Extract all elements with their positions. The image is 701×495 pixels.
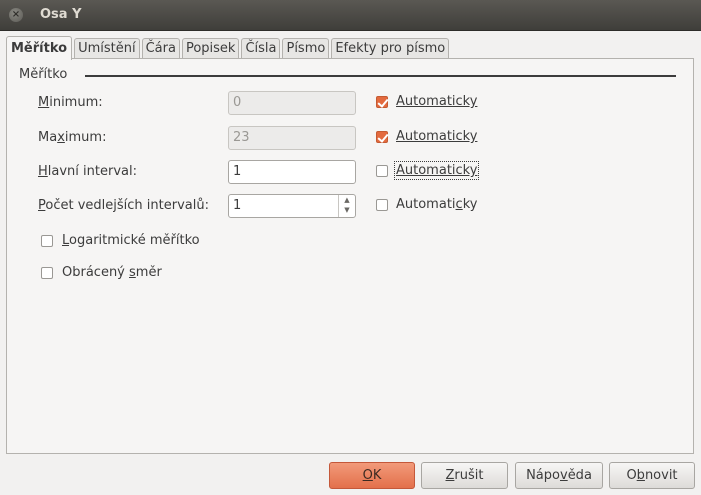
- tab-line[interactable]: Čára: [141, 38, 180, 59]
- help-button[interactable]: Nápověda: [515, 462, 603, 489]
- tab-font-effects[interactable]: Efekty pro písmo: [331, 38, 450, 59]
- tab-scale[interactable]: Měřítko: [6, 36, 73, 60]
- major-auto-label[interactable]: Automaticky: [393, 161, 480, 180]
- reverse-direction-label[interactable]: Obrácený směr: [62, 265, 162, 280]
- maximum-field[interactable]: 23: [228, 126, 356, 150]
- major-auto-checkbox[interactable]: [376, 165, 388, 177]
- minimum-auto-checkbox[interactable]: [376, 96, 388, 108]
- minor-intervals-label: Počet vedlejších intervalů:: [38, 198, 209, 213]
- window-title: Osa Y: [40, 7, 82, 22]
- minimum-label: Minimum:: [38, 95, 103, 110]
- major-interval-field[interactable]: 1: [228, 160, 356, 184]
- section-divider: [85, 75, 676, 77]
- reverse-direction-checkbox[interactable]: [41, 267, 53, 279]
- tab-numbers[interactable]: Čísla: [241, 38, 281, 59]
- tab-panel: [6, 58, 694, 454]
- maximum-label: Maximum:: [38, 130, 107, 145]
- reset-button[interactable]: Obnovit: [609, 462, 695, 489]
- logarithmic-checkbox[interactable]: [41, 235, 53, 247]
- stepper-down-icon[interactable]: ▼: [339, 205, 355, 215]
- logarithmic-label[interactable]: Logaritmické měřítko: [62, 233, 200, 248]
- minor-auto-label[interactable]: Automaticky: [396, 197, 477, 212]
- tab-label[interactable]: Popisek: [181, 38, 240, 59]
- cancel-button[interactable]: Zrušit: [421, 462, 508, 489]
- tab-bar: Měřítko Umístění Čára Popisek Čísla Písm…: [6, 36, 451, 60]
- major-interval-label: Hlavní interval:: [38, 164, 137, 179]
- section-title: Měřítko: [19, 67, 68, 82]
- close-icon[interactable]: ×: [9, 8, 23, 22]
- maximum-auto-checkbox[interactable]: [376, 131, 388, 143]
- stepper-arrows[interactable]: ▲ ▼: [338, 195, 355, 217]
- tab-positioning[interactable]: Umístění: [74, 38, 140, 59]
- minor-auto-checkbox[interactable]: [376, 199, 388, 211]
- minimum-field[interactable]: 0: [228, 91, 356, 115]
- stepper-up-icon[interactable]: ▲: [339, 195, 355, 205]
- minor-intervals-stepper[interactable]: 1 ▲ ▼: [228, 194, 356, 218]
- minimum-auto-label[interactable]: Automaticky: [396, 94, 477, 109]
- maximum-auto-label[interactable]: Automaticky: [396, 129, 477, 144]
- tab-font[interactable]: Písmo: [282, 38, 330, 59]
- ok-button[interactable]: OK: [329, 462, 415, 489]
- title-bar: × Osa Y: [0, 0, 701, 31]
